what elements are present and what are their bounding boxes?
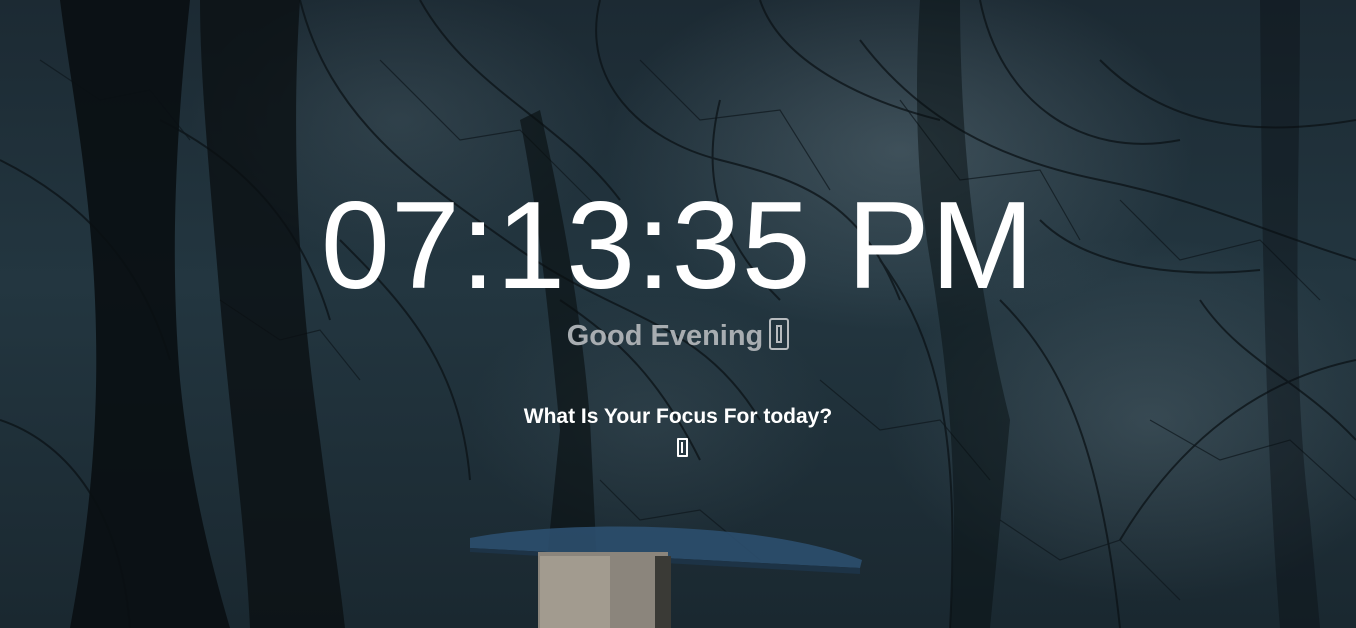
greeting: Good Evening (0, 316, 1356, 356)
edit-name-icon[interactable] (769, 318, 790, 351)
feeder-shape (470, 526, 862, 628)
focus-cursor-icon (677, 438, 688, 457)
greeting-text: Good Evening (566, 320, 764, 352)
clock-time: 07:13:35 PM (320, 177, 1036, 315)
focus-question: What Is Your Focus For today? (523, 405, 833, 428)
